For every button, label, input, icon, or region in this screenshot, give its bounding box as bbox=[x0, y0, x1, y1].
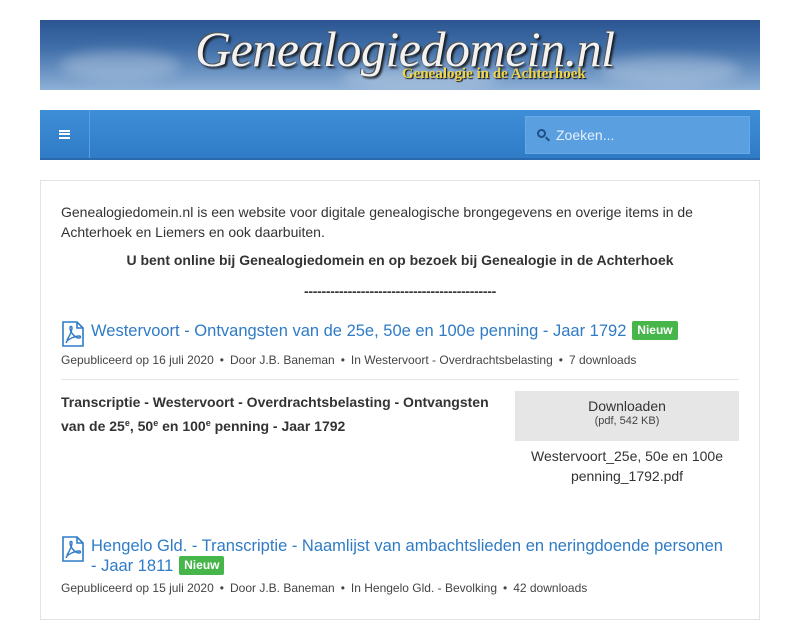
author-link[interactable]: Door J.B. Baneman bbox=[230, 353, 335, 367]
main-navbar bbox=[40, 110, 760, 160]
intro-text: Genealogiedomein.nl is een website voor … bbox=[61, 204, 693, 240]
file-name: Westervoort_25e, 50e en 100e penning_179… bbox=[531, 448, 723, 484]
site-logo-subtitle: Genealogie in de Achterhoek bbox=[402, 66, 586, 82]
download-label: Downloaden bbox=[588, 398, 666, 414]
download-button[interactable]: Downloaden (pdf, 542 KB) bbox=[515, 391, 739, 441]
site-banner[interactable]: Genealogiedomein.nl Genealogie in de Ach… bbox=[40, 20, 760, 90]
publish-date: Gepubliceerd op 16 juli 2020 bbox=[61, 353, 214, 367]
separator-text: ----------------------------------------… bbox=[304, 283, 496, 299]
search-box bbox=[525, 116, 750, 154]
category-link[interactable]: In Westervoort - Overdrachtsbelasting bbox=[351, 353, 553, 367]
divider bbox=[61, 379, 739, 380]
document-meta: Gepubliceerd op 15 juli 2020 • Door J.B. B… bbox=[61, 581, 588, 595]
download-count: 42 downloads bbox=[513, 581, 588, 595]
banner-cloud bbox=[600, 55, 740, 85]
document-description: Transcriptie - Westervoort - Overdrachts… bbox=[61, 394, 489, 434]
menu-toggle-button[interactable] bbox=[40, 110, 90, 158]
hamburger-icon bbox=[59, 129, 70, 139]
document-link[interactable]: Westervoort - Ontvangsten van de 25e, 50… bbox=[91, 322, 626, 340]
pdf-file-icon bbox=[62, 321, 84, 347]
new-badge: Nieuw bbox=[632, 321, 678, 340]
category-link[interactable]: In Hengelo Gld. - Bevolking bbox=[351, 581, 497, 595]
download-file-info: (pdf, 542 KB) bbox=[594, 415, 660, 427]
banner-cloud bbox=[60, 50, 180, 80]
document-title-row: Hengelo Gld. - Transcriptie - Naamlijst … bbox=[61, 536, 741, 576]
download-count: 7 downloads bbox=[568, 353, 637, 367]
online-message: U bent online bij Genealogiedomein en op… bbox=[126, 252, 674, 268]
author-link[interactable]: Door J.B. Baneman bbox=[230, 581, 335, 595]
main-content: Genealogiedomein.nl is een website voor … bbox=[40, 180, 760, 620]
search-input[interactable] bbox=[556, 118, 741, 152]
publish-date: Gepubliceerd op 15 juli 2020 bbox=[61, 581, 214, 595]
pdf-file-icon bbox=[62, 536, 84, 562]
document-meta: Gepubliceerd op 16 juli 2020 • Door J.B. B… bbox=[61, 353, 637, 367]
new-badge: Nieuw bbox=[179, 556, 225, 575]
search-icon bbox=[526, 117, 556, 153]
document-title-row: Westervoort - Ontvangsten van de 25e, 50… bbox=[61, 321, 678, 347]
